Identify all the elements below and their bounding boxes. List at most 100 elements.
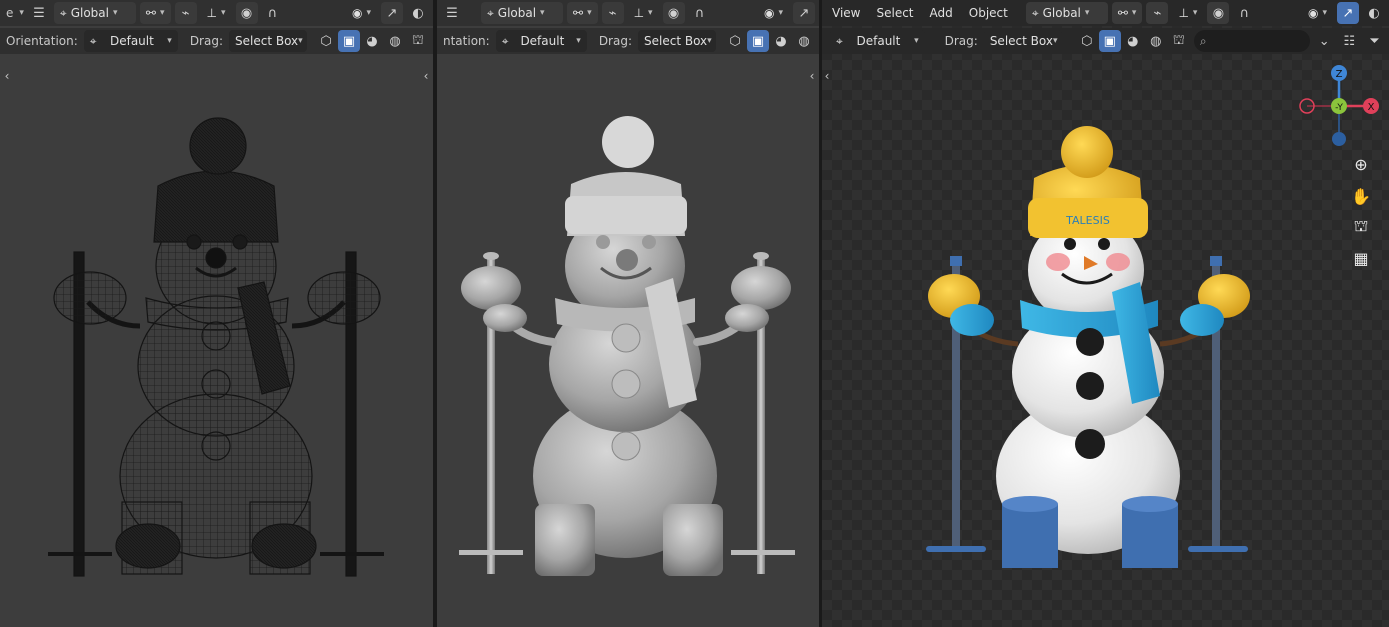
chevron-down-icon[interactable]: ⌄ xyxy=(1314,30,1335,52)
proportional-icon[interactable]: ◉ xyxy=(1207,2,1230,24)
transform-icon: ⌖ xyxy=(1031,5,1039,20)
hamburger-icon[interactable]: ☰ xyxy=(441,2,463,24)
orientation-label: Orientation: xyxy=(6,34,78,48)
shading-mode-group: ⬡ ▣ ◕ ◍ ⛫ xyxy=(315,30,429,52)
viewport-header: e ▾ ☰ ⌖ Global ▾ ⚯ ▾ ⌁ ⊥ ▾ ◉ ∩ ◉ ▾ ↗ ◐ xyxy=(0,0,433,26)
chevron-down-icon: ▾ xyxy=(167,36,172,46)
chevron-down-icon: ▾ xyxy=(1322,8,1327,18)
chevron-down-icon[interactable]: ▾ xyxy=(19,8,24,18)
snap-target-dropdown[interactable]: ⊥ ▾ xyxy=(1172,2,1203,24)
material-shading-icon[interactable]: ◕ xyxy=(770,30,792,52)
viewport-wireframe[interactable]: e ▾ ☰ ⌖ Global ▾ ⚯ ▾ ⌁ ⊥ ▾ ◉ ∩ ◉ ▾ ↗ ◐ Orie… xyxy=(0,0,433,627)
transform-icon: ⌖ xyxy=(487,5,494,20)
orientation-dropdown[interactable]: ⌖ Default ▾ xyxy=(83,30,178,52)
menu-select[interactable]: Select xyxy=(870,2,919,24)
eye-icon: ◉ xyxy=(763,6,775,20)
drag-label: Drag: xyxy=(189,34,223,48)
solid-model xyxy=(459,116,795,576)
hamburger-icon[interactable]: ☰ xyxy=(28,2,50,24)
orientation-label: ntation: xyxy=(443,34,490,48)
chevron-down-icon: ▾ xyxy=(576,36,581,46)
proportional-icon[interactable]: ◉ xyxy=(662,2,685,24)
search-icon: ⌕ xyxy=(1199,33,1207,48)
wireframe-shading-icon[interactable]: ⬡ xyxy=(315,30,337,52)
drag-dropdown[interactable]: Select Box ▾ xyxy=(229,30,307,52)
pivot-dropdown[interactable]: ⚯ ▾ xyxy=(139,2,171,24)
snap-target-dropdown[interactable]: ⊥ ▾ xyxy=(628,2,659,24)
pivot-dropdown[interactable]: ⚯ ▾ xyxy=(1111,2,1143,24)
menu-object[interactable]: Object xyxy=(963,2,1014,24)
camera-icon[interactable]: ⛫ xyxy=(407,30,429,52)
snap-icon[interactable]: ⌁ xyxy=(601,2,624,24)
orientation-dropdown[interactable]: ⌖ Default ▾ xyxy=(495,30,587,52)
gizmo-icon[interactable]: ↗ xyxy=(793,2,815,24)
visibility-dropdown[interactable]: ◉ ▾ xyxy=(1302,2,1333,24)
chevron-down-icon: ▾ xyxy=(112,8,118,18)
transform-orientation-dropdown[interactable]: ⌖ Global ▾ xyxy=(481,2,563,24)
drag-label: Drag: xyxy=(944,34,978,48)
chevron-down-icon: ▾ xyxy=(914,36,919,46)
rendered-model: TALESIS xyxy=(926,126,1250,568)
chevron-down-icon: ▾ xyxy=(1052,36,1058,46)
drag-dropdown[interactable]: Select Box ▾ xyxy=(983,30,1062,52)
material-shading-icon[interactable]: ◕ xyxy=(1122,30,1144,52)
rendered-shading-icon[interactable]: ◍ xyxy=(793,30,815,52)
proportional-icon[interactable]: ◉ xyxy=(235,2,258,24)
transform-orientation-dropdown[interactable]: ⌖ Global ▾ xyxy=(53,2,136,24)
chevron-down-icon: ▾ xyxy=(1131,8,1137,18)
falloff-icon[interactable]: ∩ xyxy=(1233,2,1255,24)
overlay-icon[interactable]: ◐ xyxy=(1363,2,1385,24)
chevron-down-icon: ▾ xyxy=(366,8,371,18)
material-shading-icon[interactable]: ◕ xyxy=(361,30,383,52)
viewport-header: View Select Add Object ⌖ Global ▾ ⚯ ▾ ⌁ ⊥… xyxy=(822,0,1389,26)
viewport-solid[interactable]: ☰ ⌖ Global ▾ ⚯ ▾ ⌁ ⊥ ▾ ◉ ∩ ◉ ▾ ↗ ntation: ⌖… xyxy=(437,0,819,627)
rendered-shading-icon[interactable]: ◍ xyxy=(384,30,406,52)
orientation-dropdown[interactable]: ⌖ Default ▾ xyxy=(830,30,925,52)
eye-icon: ◉ xyxy=(351,6,363,20)
visibility-dropdown[interactable]: ◉ ▾ xyxy=(758,2,789,24)
snap-icon[interactable]: ⌁ xyxy=(1146,2,1169,24)
falloff-icon[interactable]: ∩ xyxy=(262,2,284,24)
solid-shading-icon[interactable]: ▣ xyxy=(747,30,769,52)
chevron-down-icon: ▾ xyxy=(298,36,303,46)
chevron-down-icon: ▾ xyxy=(220,8,226,18)
blender-app: e ▾ ☰ ⌖ Global ▾ ⚯ ▾ ⌁ ⊥ ▾ ◉ ∩ ◉ ▾ ↗ ◐ Orie… xyxy=(0,0,1389,627)
snap-target-icon: ⊥ xyxy=(206,6,217,20)
menu-view[interactable]: View xyxy=(826,2,866,24)
wireframe-shading-icon[interactable]: ⬡ xyxy=(724,30,746,52)
visibility-dropdown[interactable]: ◉ ▾ xyxy=(346,2,377,24)
rendered-shading-icon[interactable]: ◍ xyxy=(1145,30,1167,52)
camera-icon[interactable]: ⛫ xyxy=(1168,30,1190,52)
snap-icon[interactable]: ⌁ xyxy=(174,2,197,24)
pivot-icon: ⚯ xyxy=(573,6,584,20)
filter-icon[interactable]: ⏷ xyxy=(1364,30,1385,52)
chevron-down-icon: ▾ xyxy=(1192,8,1198,18)
transform-icon: ⌖ xyxy=(59,5,67,20)
chevron-down-icon: ▾ xyxy=(159,8,165,18)
snap-target-icon: ⊥ xyxy=(633,6,645,20)
gizmo-icon[interactable]: ↗ xyxy=(1337,2,1359,24)
tool-header: Orientation: ⌖ Default ▾ Drag: Select Bo… xyxy=(0,28,433,54)
transform-orientation-dropdown[interactable]: ⌖ Global ▾ xyxy=(1025,2,1108,24)
snap-target-dropdown[interactable]: ⊥ ▾ xyxy=(201,2,232,24)
hat-logo-text: TALESIS xyxy=(1065,214,1110,227)
wireframe-shading-icon[interactable]: ⬡ xyxy=(1076,30,1098,52)
pivot-dropdown[interactable]: ⚯ ▾ xyxy=(567,2,598,24)
solid-shading-icon[interactable]: ▣ xyxy=(1098,30,1121,52)
chevron-down-icon: ▾ xyxy=(707,36,712,46)
falloff-icon[interactable]: ∩ xyxy=(689,2,711,24)
viewport-rendered[interactable]: View Select Add Object ⌖ Global ▾ ⚯ ▾ ⌁ ⊥… xyxy=(822,0,1389,627)
menu-add[interactable]: Add xyxy=(924,2,959,24)
editor-type-fragment[interactable]: e xyxy=(4,6,15,20)
snap-target-icon: ⊥ xyxy=(1178,6,1189,20)
solid-shading-icon[interactable]: ▣ xyxy=(338,30,360,52)
search-input[interactable]: ⌕ xyxy=(1193,30,1310,52)
shading-mode-group: ⬡ ▣ ◕ ◍ ⛫ xyxy=(1076,30,1190,52)
list-view-icon[interactable]: ☷ xyxy=(1339,30,1360,52)
transform-icon: ⌖ xyxy=(836,33,843,48)
gizmo-icon[interactable]: ↗ xyxy=(381,2,403,24)
chevron-down-icon: ▾ xyxy=(778,8,783,18)
overlay-icon[interactable]: ◐ xyxy=(407,2,429,24)
chevron-down-icon: ▾ xyxy=(587,8,592,18)
drag-dropdown[interactable]: Select Box ▾ xyxy=(638,30,716,52)
